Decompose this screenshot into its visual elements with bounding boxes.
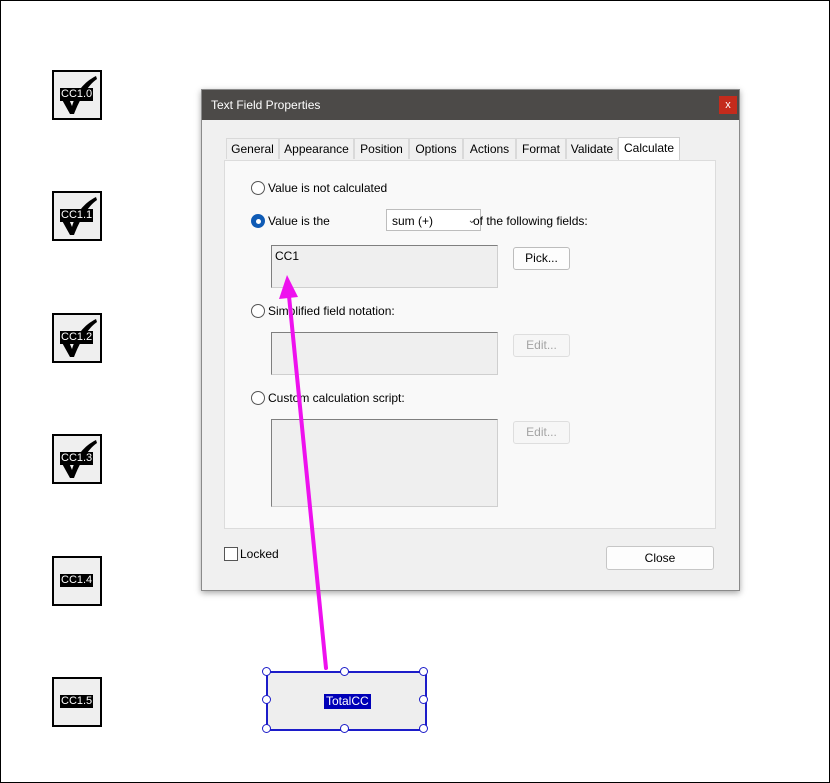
field-name-label: TotalCC bbox=[324, 694, 371, 709]
checkbox-field-cc1-0[interactable]: CC1.0 bbox=[52, 70, 102, 120]
simplified-notation-input[interactable] bbox=[271, 332, 498, 375]
resize-handle-left[interactable] bbox=[262, 695, 271, 704]
radio-simplified-notation[interactable] bbox=[251, 304, 265, 318]
dialog-titlebar[interactable]: Text Field Properties x bbox=[202, 90, 739, 120]
label-not-calculated: Value is not calculated bbox=[268, 181, 388, 195]
field-name-label: CC1.1 bbox=[60, 209, 94, 222]
resize-handle-bottom[interactable] bbox=[340, 724, 349, 733]
locked-checkbox[interactable] bbox=[224, 547, 238, 561]
checkbox-field-cc1-3[interactable]: CC1.3 bbox=[52, 434, 102, 484]
tab-validate[interactable]: Validate bbox=[566, 138, 618, 159]
custom-script-input[interactable] bbox=[271, 419, 498, 507]
checkbox-field-cc1-2[interactable]: CC1.2 bbox=[52, 313, 102, 363]
locked-label: Locked bbox=[240, 547, 279, 561]
label-custom-script: Custom calculation script: bbox=[268, 391, 405, 405]
tab-actions[interactable]: Actions bbox=[463, 138, 516, 159]
resize-handle-top-left[interactable] bbox=[262, 667, 271, 676]
tab-appearance[interactable]: Appearance bbox=[279, 138, 354, 159]
text-field-totalcc[interactable]: TotalCC bbox=[266, 671, 427, 731]
tab-general[interactable]: General bbox=[226, 138, 279, 159]
dialog-title: Text Field Properties bbox=[211, 98, 321, 112]
resize-handle-top-right[interactable] bbox=[419, 667, 428, 676]
close-button[interactable]: Close bbox=[606, 546, 714, 570]
tab-format[interactable]: Format bbox=[516, 138, 566, 159]
field-name-label: CC1.3 bbox=[60, 452, 94, 465]
radio-custom-script[interactable] bbox=[251, 391, 265, 405]
checkbox-field-cc1-1[interactable]: CC1.1 bbox=[52, 191, 102, 241]
radio-not-calculated[interactable] bbox=[251, 181, 265, 195]
pick-button[interactable]: Pick... bbox=[513, 247, 570, 270]
fields-list-input[interactable]: CC1 bbox=[271, 245, 498, 288]
text-field-properties-dialog: Text Field Properties x General Appearan… bbox=[201, 89, 740, 591]
resize-handle-bottom-right[interactable] bbox=[419, 724, 428, 733]
resize-handle-bottom-left[interactable] bbox=[262, 724, 271, 733]
operation-select-value: sum (+) bbox=[392, 214, 434, 228]
radio-value-is[interactable] bbox=[251, 214, 265, 228]
label-value-is: Value is the bbox=[268, 214, 330, 228]
field-name-label: CC1.4 bbox=[60, 574, 94, 587]
checkbox-field-cc1-4[interactable]: CC1.4 bbox=[52, 556, 102, 606]
field-name-label: CC1.5 bbox=[60, 695, 94, 708]
edit-simplified-button[interactable]: Edit... bbox=[513, 334, 570, 357]
close-icon[interactable]: x bbox=[719, 96, 737, 114]
tab-calculate[interactable]: Calculate bbox=[618, 137, 680, 160]
resize-handle-right[interactable] bbox=[419, 695, 428, 704]
label-simplified-notation: Simplified field notation: bbox=[268, 304, 395, 318]
calculate-panel: Value is not calculated Value is the sum… bbox=[224, 160, 716, 529]
edit-custom-script-button[interactable]: Edit... bbox=[513, 421, 570, 444]
checkbox-field-cc1-5[interactable]: CC1.5 bbox=[52, 677, 102, 727]
operation-select[interactable]: sum (+) ⌄ bbox=[386, 209, 481, 231]
field-name-label: CC1.2 bbox=[60, 331, 94, 344]
tab-position[interactable]: Position bbox=[354, 138, 409, 159]
resize-handle-top[interactable] bbox=[340, 667, 349, 676]
label-following-fields: of the following fields: bbox=[473, 214, 588, 228]
tab-options[interactable]: Options bbox=[409, 138, 463, 159]
field-name-label: CC1.0 bbox=[60, 88, 94, 101]
